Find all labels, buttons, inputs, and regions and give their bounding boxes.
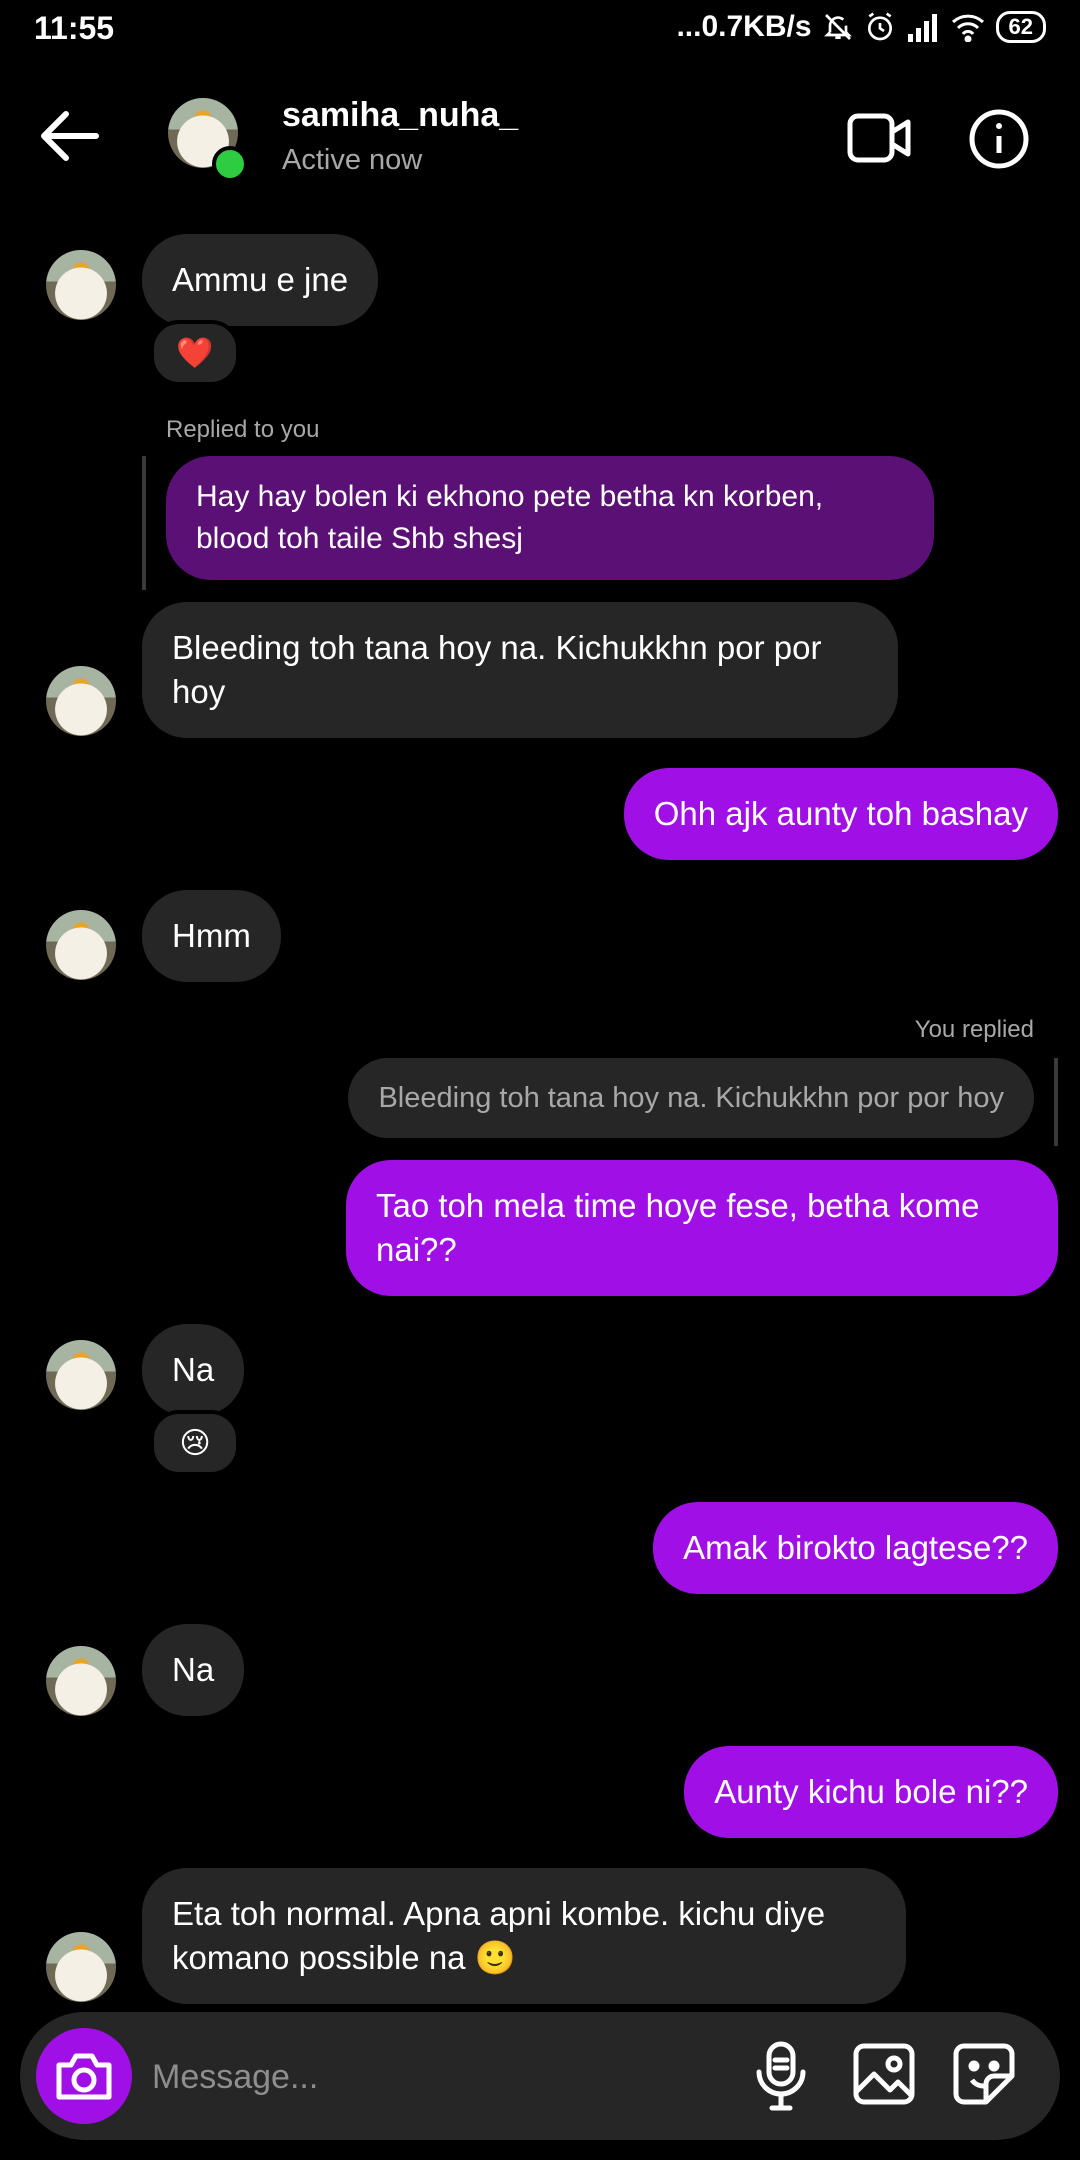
info-icon[interactable]	[968, 108, 1030, 170]
avatar[interactable]	[46, 1932, 116, 2002]
received-message[interactable]: Eta toh normal. Apna apni kombe. kichu d…	[142, 1868, 906, 2004]
reply-quote[interactable]: Bleeding toh tana hoy na. Kichukkhn por …	[348, 1058, 1034, 1138]
sent-message[interactable]: Tao toh mela time hoye fese, betha kome …	[346, 1160, 1058, 1296]
reply-quote-bar	[142, 456, 146, 590]
received-message[interactable]: Na	[142, 1324, 245, 1416]
avatar[interactable]	[46, 666, 116, 736]
video-call-icon[interactable]	[846, 108, 912, 168]
online-indicator	[212, 146, 248, 182]
received-message[interactable]: Ammu e jne	[142, 234, 379, 326]
avatar[interactable]	[46, 1646, 116, 1716]
alarm-icon	[867, 12, 892, 41]
microphone-icon[interactable]	[752, 2040, 810, 2112]
message-input[interactable]	[150, 2048, 714, 2106]
camera-icon	[56, 2053, 112, 2100]
reply-label: Replied to you	[166, 416, 320, 443]
received-message[interactable]: Bleeding toh tana hoy na. Kichukkhn por …	[142, 602, 898, 738]
received-message[interactable]: Hmm	[142, 890, 281, 982]
status-icons: ...0.7KB/s 62	[676, 10, 1046, 44]
mute-bell-icon	[823, 14, 852, 40]
reply-label: You replied	[914, 1016, 1034, 1043]
sent-message[interactable]: Aunty kichu bole ni??	[684, 1746, 1058, 1838]
avatar[interactable]	[46, 1340, 116, 1410]
avatar[interactable]	[46, 250, 116, 320]
wifi-icon	[951, 14, 984, 42]
sent-message[interactable]: Amak birokto lagtese??	[653, 1502, 1058, 1594]
quoted-sent-message[interactable]: Hay hay bolen ki ekhono pete betha kn ko…	[166, 456, 934, 580]
camera-button[interactable]	[36, 2028, 132, 2124]
status-time: 11:55	[34, 10, 115, 46]
active-status: Active now	[282, 144, 423, 176]
reply-quote-bar	[1054, 1058, 1058, 1146]
network-speed: ...0.7KB/s	[676, 10, 812, 43]
sent-message[interactable]: Ohh ajk aunty toh bashay	[623, 768, 1058, 860]
received-message[interactable]: Na	[142, 1624, 245, 1716]
gallery-icon[interactable]	[852, 2042, 916, 2106]
avatar[interactable]	[46, 910, 116, 980]
battery-indicator: 62	[995, 11, 1046, 43]
username[interactable]: samiha_nuha_	[282, 96, 518, 135]
reaction-badge[interactable]: 😢	[150, 1410, 240, 1476]
signal-icon	[907, 14, 937, 42]
reaction-badge[interactable]: ❤️	[150, 320, 240, 386]
back-arrow-icon[interactable]	[36, 106, 106, 166]
sticker-icon[interactable]	[952, 2042, 1016, 2106]
